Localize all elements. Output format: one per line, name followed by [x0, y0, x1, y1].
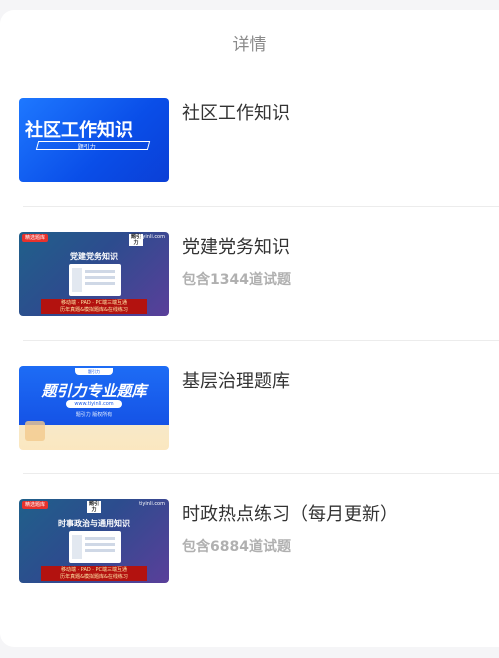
promo-line-1: 移动端 · PAD · PC端三端互通 — [60, 567, 127, 573]
copyright-text: 题引力 版权所有 — [75, 412, 113, 418]
app-window-illustration — [69, 264, 121, 296]
brand-chip: 题引力 — [75, 368, 113, 375]
list-item[interactable]: 精选题库 题引力 tiyinli.com 时事政治与通用知识 移动端 · PAD… — [19, 499, 499, 583]
item-title[interactable]: 党建党务知识 — [182, 233, 290, 259]
item-title[interactable]: 基层治理题库 — [182, 367, 290, 393]
tag-badge: 精选题库 — [22, 501, 49, 509]
list-item[interactable]: 精选题库 题引力 tiyinli.com 党建党务知识 移动端 · PAD · … — [19, 232, 499, 316]
thumbnail-title: 社区工作知识 — [25, 120, 133, 141]
site-url: www.tiyinli.com — [66, 400, 122, 408]
divider — [23, 340, 499, 341]
thumbnail-title: 题引力专业题库 — [41, 382, 147, 400]
promo-line-2: 历年真题&模拟题库&在线练习 — [60, 574, 128, 580]
promo-line-2: 历年真题&模拟题库&在线练习 — [60, 307, 128, 313]
question-count: 包含6884道试题 — [182, 539, 291, 555]
promo-banner: 移动端 · PAD · PC端三端互通 历年真题&模拟题库&在线练习 — [41, 299, 147, 314]
question-count: 包含1344道试题 — [182, 272, 291, 288]
site-url: tiyinli.com — [139, 234, 165, 240]
divider — [23, 473, 499, 474]
promo-banner: 移动端 · PAD · PC端三端互通 历年真题&模拟题库&在线练习 — [41, 566, 147, 581]
tag-badge: 精选题库 — [22, 234, 49, 242]
brand-logo-icon: 题引力 — [87, 501, 101, 513]
thumbnail-banner: 题引力 — [35, 141, 151, 151]
item-thumbnail[interactable]: 题引力 题引力专业题库 www.tiyinli.com 题引力 版权所有 — [19, 366, 169, 450]
thumbnail-brand: 题引力 — [77, 144, 96, 151]
book-illustration — [25, 421, 45, 441]
thumbnail-title: 党建党务知识 — [70, 252, 118, 261]
item-thumbnail[interactable]: 精选题库 题引力 tiyinli.com 时事政治与通用知识 移动端 · PAD… — [19, 499, 169, 583]
item-thumbnail[interactable]: 精选题库 题引力 tiyinli.com 党建党务知识 移动端 · PAD · … — [19, 232, 169, 316]
page-title: 详情 — [232, 35, 267, 55]
divider — [23, 206, 499, 207]
promo-line-1: 移动端 · PAD · PC端三端互通 — [60, 300, 127, 306]
detail-card: 详情 社区工作知识 题引力 社区工作知识 精选题库 题引力 tiyinli.co… — [0, 10, 499, 647]
item-thumbnail[interactable]: 社区工作知识 题引力 — [19, 98, 169, 182]
list-item[interactable]: 社区工作知识 题引力 社区工作知识 — [19, 98, 499, 182]
thumbnail-title: 时事政治与通用知识 — [58, 519, 130, 528]
app-window-illustration — [69, 531, 121, 563]
item-title[interactable]: 时政热点练习（每月更新） — [182, 500, 398, 526]
list-item[interactable]: 题引力 题引力专业题库 www.tiyinli.com 题引力 版权所有 基层治… — [19, 366, 499, 450]
site-url: tiyinli.com — [139, 501, 165, 507]
item-title[interactable]: 社区工作知识 — [182, 99, 290, 125]
